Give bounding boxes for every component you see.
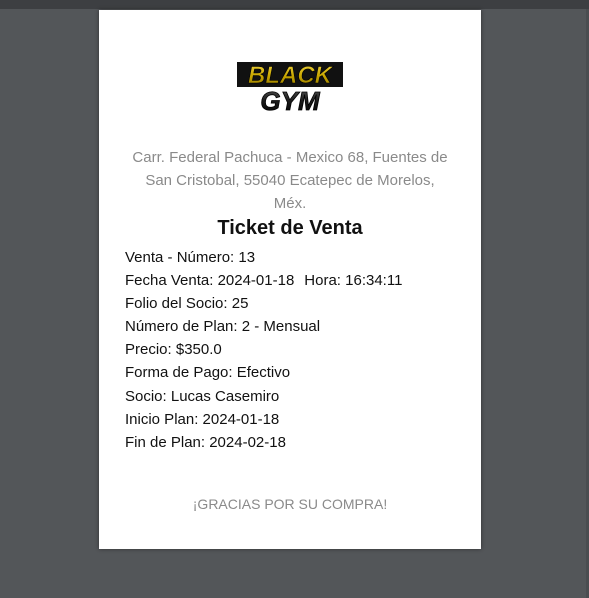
- gym-logo-graphic: BLACK GYM: [237, 62, 343, 116]
- numero-plan: Número de Plan: 2 - Mensual: [125, 318, 321, 336]
- logo-black-text: BLACK: [248, 62, 334, 89]
- forma-pago: Forma de Pago: Efectivo: [125, 364, 291, 382]
- ticket-details: Venta - Número: 13 Fecha Venta: 2024-01-…: [125, 246, 465, 454]
- ticket-page: BLACK GYM Carr. Federal Pachuca - Mexico…: [99, 10, 481, 549]
- fin-plan: Fin de Plan: 2024-02-18: [125, 433, 286, 451]
- address-line-1: Carr. Federal Pachuca - Mexico 68, Fuent…: [132, 149, 448, 166]
- socio: Socio: Lucas Casemiro: [125, 387, 280, 405]
- hora-venta: Hora: 16:34:11: [304, 272, 403, 290]
- gym-address: Carr. Federal Pachuca - Mexico 68, Fuent…: [119, 146, 461, 215]
- ticket-title: Ticket de Venta: [217, 217, 363, 239]
- address-line-3: Méx.: [273, 195, 307, 212]
- fecha-hora-row: Fecha Venta: 2024-01-18 Hora: 16:34:11: [125, 269, 465, 292]
- precio: Precio: $350.0: [125, 341, 222, 359]
- fecha-venta: Fecha Venta: 2024-01-18: [125, 272, 295, 290]
- gym-logo: BLACK GYM: [237, 60, 343, 116]
- venta-numero: Venta - Número: 13: [125, 249, 256, 266]
- folio-socio: Folio del Socio: 25: [125, 295, 249, 313]
- viewer-top-bar: [0, 0, 589, 9]
- thanks-message: ¡GRACIAS POR SU COMPRA!: [192, 496, 388, 512]
- inicio-plan: Inicio Plan: 2024-01-18: [125, 410, 280, 428]
- logo-gym-text: GYM: [260, 86, 321, 116]
- address-line-2: San Cristobal, 55040 Ecatepec de Morelos…: [145, 172, 435, 189]
